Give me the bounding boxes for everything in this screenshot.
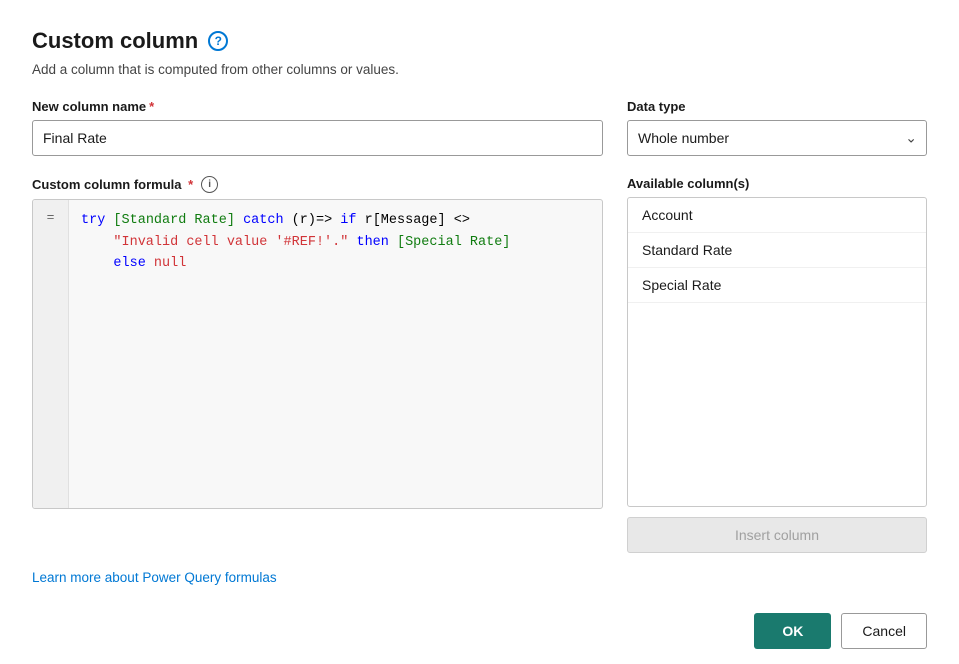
formula-group: Custom column formula * i = try [Standar… (32, 176, 603, 553)
help-icon[interactable]: ? (208, 31, 228, 51)
formula-content[interactable]: try [Standard Rate] catch (r)=> if r[Mes… (69, 200, 602, 508)
data-type-group: Data type Whole number ⌄ (627, 99, 927, 156)
list-item[interactable]: Special Rate (628, 268, 926, 303)
data-type-select-wrapper: Whole number ⌄ (627, 120, 927, 156)
available-columns-group: Available column(s) AccountStandard Rate… (627, 176, 927, 553)
columns-list: AccountStandard RateSpecial Rate (627, 197, 927, 507)
data-type-select[interactable]: Whole number (627, 120, 927, 156)
info-icon[interactable]: i (201, 176, 218, 193)
insert-column-button[interactable]: Insert column (627, 517, 927, 553)
top-form-row: New column name* Data type Whole number … (32, 99, 927, 156)
list-item[interactable]: Standard Rate (628, 233, 926, 268)
dialog-subtitle: Add a column that is computed from other… (32, 62, 927, 77)
dialog-footer: OK Cancel (32, 613, 927, 649)
formula-editor[interactable]: = try [Standard Rate] catch (r)=> if r[M… (32, 199, 603, 509)
ok-button[interactable]: OK (754, 613, 831, 649)
column-name-input[interactable] (32, 120, 603, 156)
formula-label-row: Custom column formula * i (32, 176, 603, 193)
column-name-label: New column name* (32, 99, 603, 114)
formula-gutter: = (33, 200, 69, 508)
formula-row: Custom column formula * i = try [Standar… (32, 176, 927, 553)
cancel-button[interactable]: Cancel (841, 613, 927, 649)
dialog-title: Custom column (32, 28, 198, 54)
formula-label: Custom column formula * (32, 177, 193, 192)
available-columns-label: Available column(s) (627, 176, 927, 191)
learn-more-link[interactable]: Learn more about Power Query formulas (32, 570, 277, 585)
custom-column-dialog: Custom column ? Add a column that is com… (0, 0, 959, 664)
title-row: Custom column ? (32, 28, 927, 54)
column-name-group: New column name* (32, 99, 603, 156)
list-item[interactable]: Account (628, 198, 926, 233)
data-type-label: Data type (627, 99, 927, 114)
